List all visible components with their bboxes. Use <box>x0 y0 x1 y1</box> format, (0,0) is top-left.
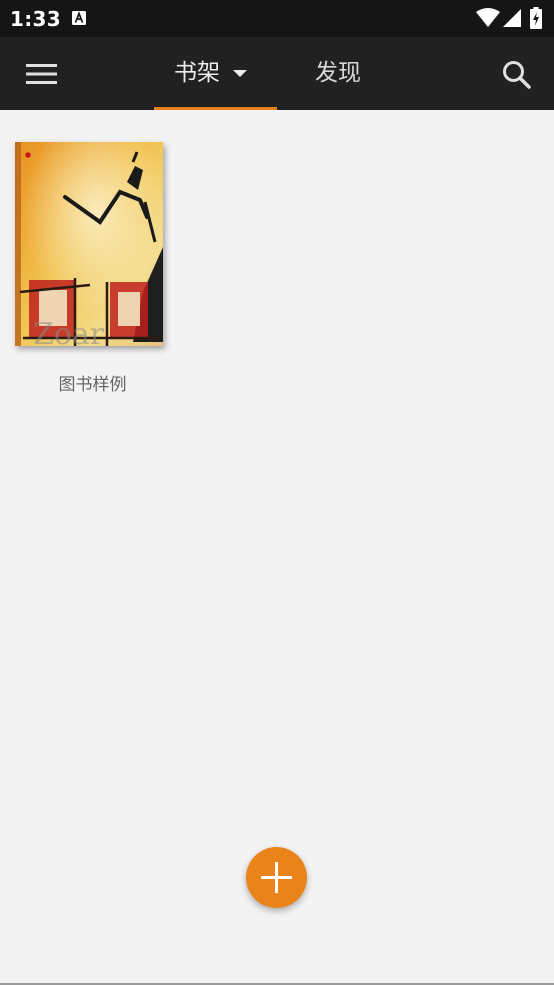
menu-button[interactable] <box>18 55 68 93</box>
search-icon <box>503 61 531 89</box>
tab-discover-label: 发现 <box>315 60 361 86</box>
wifi-icon <box>476 8 500 27</box>
signal-icon <box>503 9 521 27</box>
book-item[interactable]: Zoar 图书样例 <box>10 138 175 400</box>
add-book-fab[interactable] <box>246 847 307 908</box>
dropdown-arrow-icon <box>233 70 247 77</box>
svg-text:Zoar: Zoar <box>33 317 105 346</box>
tab-bookshelf-label: 书架 <box>174 60 220 86</box>
tab-discover[interactable]: 发现 <box>300 37 380 110</box>
status-bar: 1:33 <box>0 0 554 37</box>
status-time: 1:33 <box>10 7 61 31</box>
tab-selected-indicator <box>154 107 277 110</box>
book-cover: Zoar <box>15 142 163 346</box>
book-cover-artwork: Zoar <box>15 142 163 346</box>
app-bar: 书架 发现 <box>0 37 554 110</box>
search-button[interactable] <box>496 55 536 95</box>
battery-charging-icon <box>530 7 542 29</box>
a-icon <box>72 11 86 25</box>
plus-icon <box>261 862 292 893</box>
hamburger-menu-icon <box>26 64 57 84</box>
tab-bookshelf[interactable]: 书架 <box>154 37 277 110</box>
book-title: 图书样例 <box>58 375 127 395</box>
